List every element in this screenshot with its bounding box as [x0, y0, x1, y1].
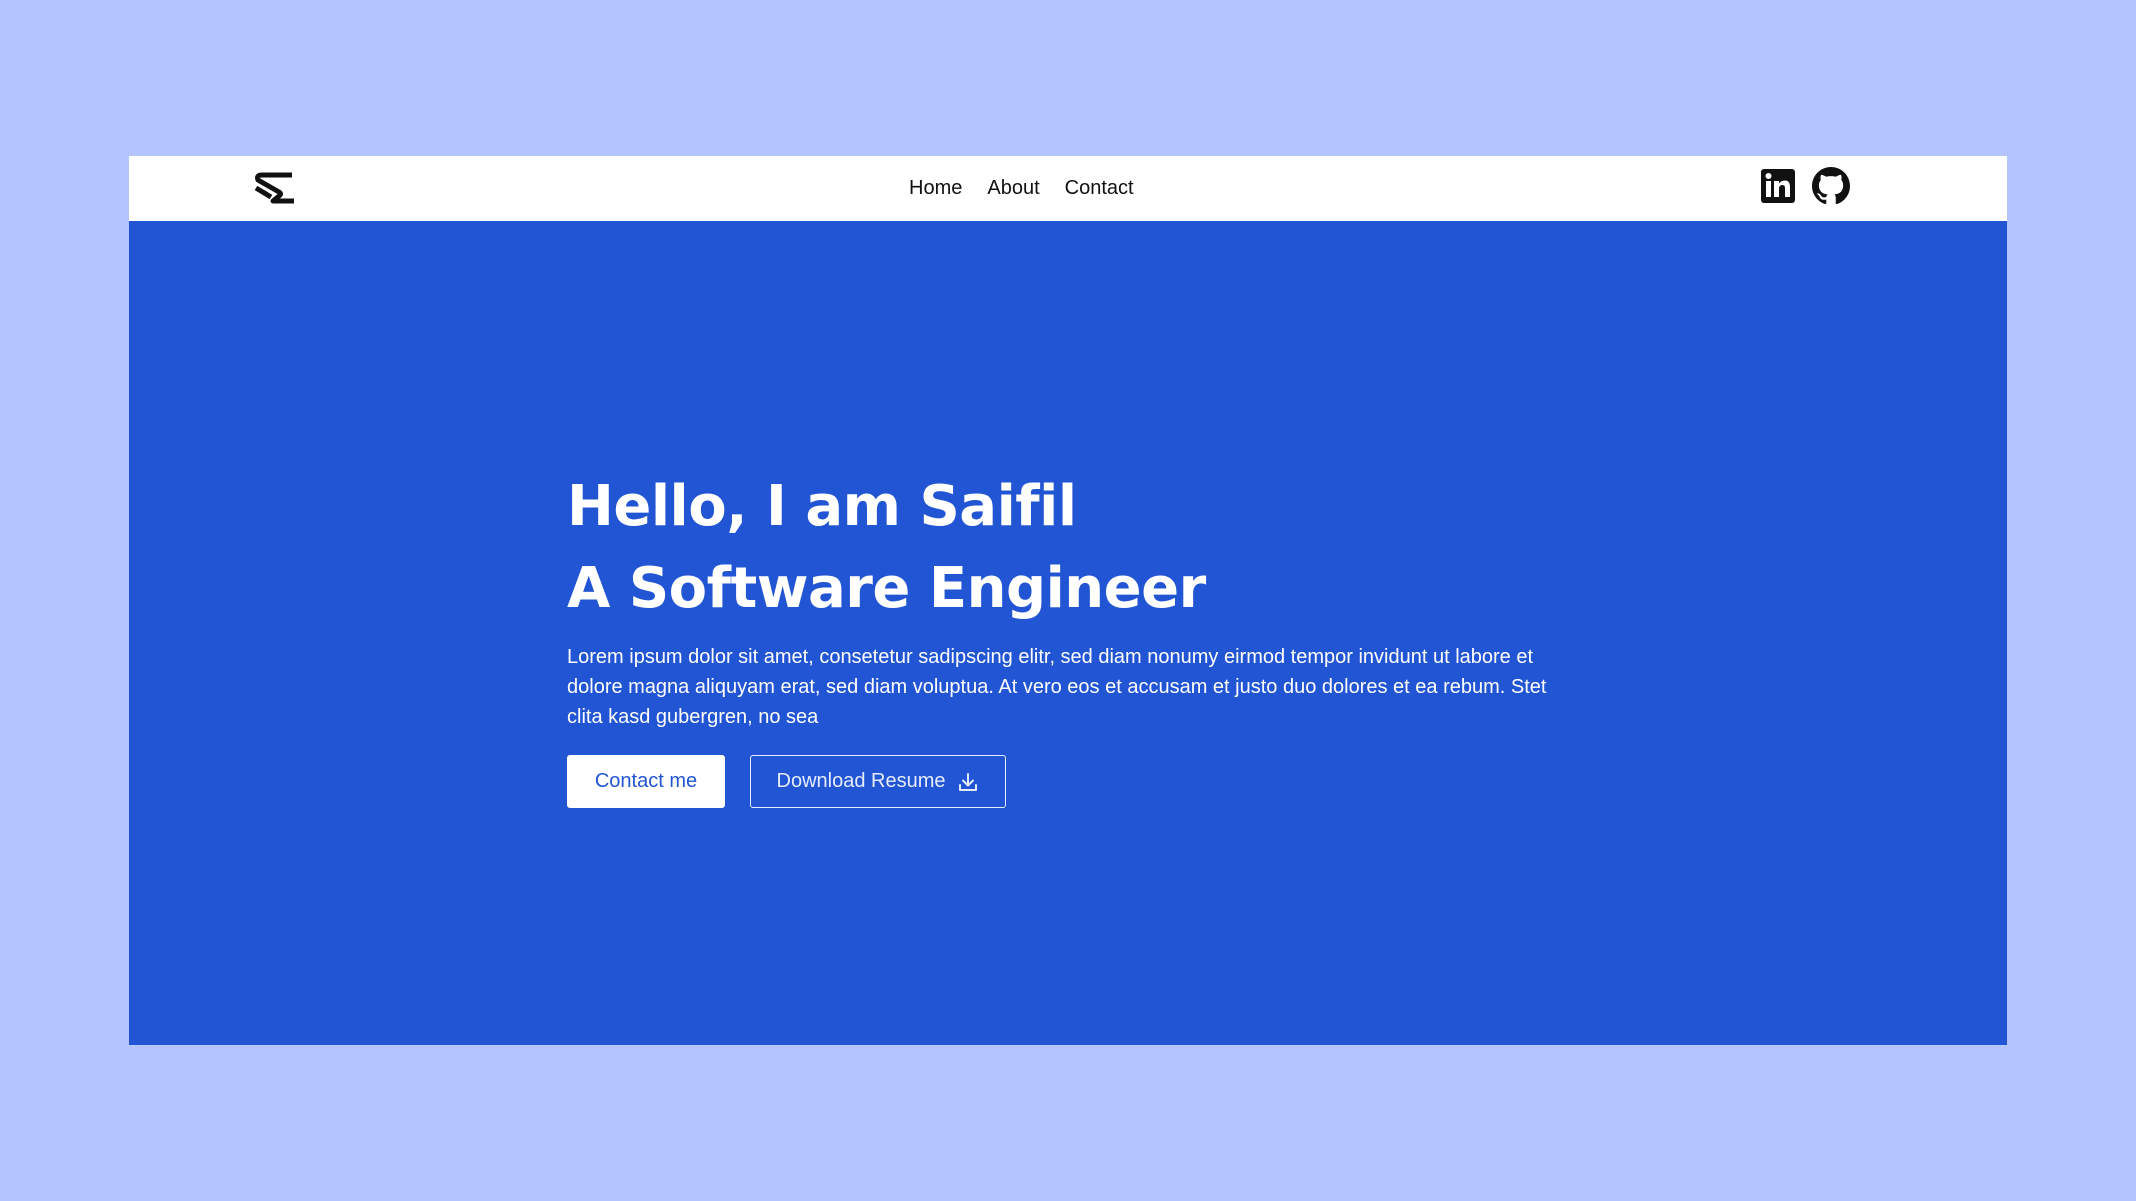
- linkedin-icon[interactable]: [1759, 167, 1797, 205]
- download-resume-button[interactable]: Download Resume: [750, 755, 1006, 808]
- nav-link-home[interactable]: Home: [909, 177, 962, 200]
- contact-me-button[interactable]: Contact me: [567, 755, 725, 808]
- hero-title-line1: Hello, I am Saifil: [567, 474, 1077, 539]
- page-frame: Home About Contact Hello, I am Saifil A …: [129, 156, 2007, 1045]
- download-resume-label: Download Resume: [776, 770, 946, 792]
- social-links: [1759, 167, 1850, 205]
- hero-title-line2: A Software Engineer: [567, 556, 1206, 621]
- main-nav: Home About Contact: [909, 156, 1134, 221]
- hero-actions: Contact me Download Resume: [567, 755, 1567, 808]
- nav-link-contact[interactable]: Contact: [1065, 177, 1134, 200]
- hero-section: Hello, I am Saifil A Software Engineer L…: [567, 466, 1567, 808]
- hero-title: Hello, I am Saifil A Software Engineer: [567, 466, 1567, 630]
- github-icon[interactable]: [1812, 167, 1850, 205]
- hero-description: Lorem ipsum dolor sit amet, consetetur s…: [567, 646, 1547, 728]
- nav-link-about[interactable]: About: [987, 177, 1039, 200]
- download-icon: [957, 771, 979, 793]
- logo-icon[interactable]: [253, 170, 295, 206]
- navbar: Home About Contact: [129, 156, 2007, 221]
